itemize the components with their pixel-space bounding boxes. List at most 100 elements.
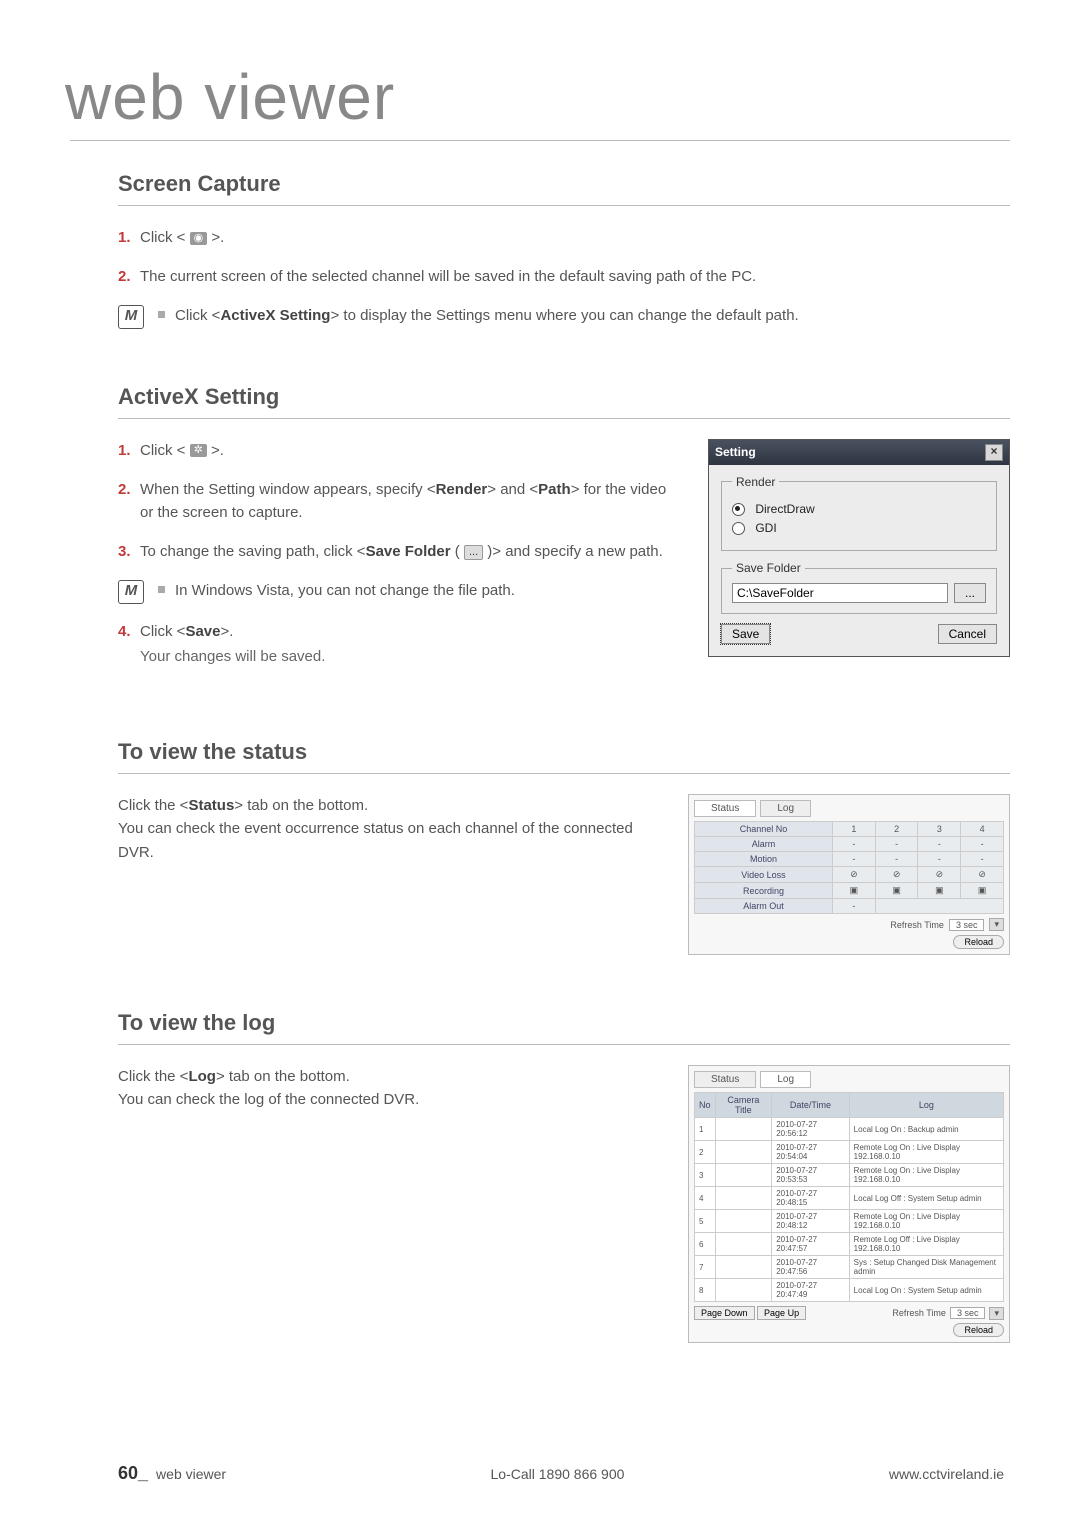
step-body: When the Setting window appears, specify…: [140, 478, 668, 525]
footer-center: Lo-Call 1890 866 900: [491, 1466, 625, 1482]
cell: [715, 1210, 772, 1233]
section-rule: [118, 418, 1010, 419]
table-row: 82010-07-27 20:47:49Local Log On : Syste…: [695, 1279, 1004, 1302]
cell: ⊘: [961, 867, 1004, 883]
note-row: M In Windows Vista, you can not change t…: [118, 580, 668, 604]
table-row: 52010-07-27 20:48:12Remote Log On : Live…: [695, 1210, 1004, 1233]
cell: 7: [695, 1256, 716, 1279]
cell: -: [832, 837, 875, 852]
tab-status[interactable]: Status: [694, 1071, 756, 1088]
step-body: The current screen of the selected chann…: [140, 265, 756, 288]
chevron-down-icon[interactable]: ▾: [989, 1307, 1004, 1320]
folder-legend: Save Folder: [732, 561, 805, 575]
text: Click <: [175, 307, 220, 324]
save-button[interactable]: Save: [721, 624, 770, 644]
paragraph: Click the <Status> tab on the bottom. Yo…: [118, 794, 648, 864]
step-number: 4.: [118, 620, 140, 643]
text: )> and specify a new path.: [483, 543, 663, 560]
text: Save: [185, 623, 220, 640]
cell: [715, 1233, 772, 1256]
cell: 2010-07-27 20:48:15: [772, 1187, 849, 1210]
cell: Local Log On : System Setup admin: [849, 1279, 1003, 1302]
table-row: 3 2010-07-27 20:53:53Remote Log On : Live…: [695, 1164, 1004, 1187]
text: You can check the event occurrence statu…: [118, 820, 633, 860]
cell: [715, 1256, 772, 1279]
table-row: 72010-07-27 20:47:56Sys : Setup Changed …: [695, 1256, 1004, 1279]
text: Log: [188, 1068, 216, 1085]
refresh-select[interactable]: 3 sec: [949, 919, 985, 931]
reload-button[interactable]: Reload: [953, 935, 1004, 949]
step-body: To change the saving path, click <Save F…: [140, 540, 663, 563]
status-panel: Status Log Channel No 1 2 3 4 Alarm---- …: [688, 794, 1010, 955]
tab-log[interactable]: Log: [760, 1071, 811, 1088]
note-row: M Click <ActiveX Setting> to display the…: [118, 305, 1010, 329]
table-row: 22010-07-27 20:54:04Remote Log On : Live…: [695, 1141, 1004, 1164]
render-legend: Render: [732, 475, 779, 489]
cell: -: [918, 852, 961, 867]
row-label: Channel No: [695, 822, 833, 837]
reload-button[interactable]: Reload: [953, 1323, 1004, 1337]
row-label: Alarm Out: [695, 899, 833, 914]
cell: 2010-07-27 20:53:53: [772, 1164, 849, 1187]
section-activex-setting: ActiveX Setting 1. Click < ✲ >. 2.: [70, 384, 1010, 685]
cell: Remote Log Off : Live Display 192.168.0.…: [849, 1233, 1003, 1256]
col-header: Camera Title: [715, 1093, 772, 1118]
col-header: No: [695, 1093, 716, 1118]
setting-dialog: Setting × Render DirectDraw: [708, 439, 1010, 658]
chevron-down-icon[interactable]: ▾: [989, 918, 1004, 931]
section-rule: [118, 773, 1010, 774]
radio-label: GDI: [755, 521, 776, 535]
gear-icon: ✲: [190, 444, 207, 457]
text: >.: [211, 442, 224, 459]
dialog-titlebar: Setting ×: [709, 440, 1009, 465]
cell: [715, 1279, 772, 1302]
cell: -: [875, 837, 918, 852]
text: You can check the log of the connected D…: [118, 1091, 419, 1108]
cell: [875, 899, 1003, 914]
cell: ▣: [961, 883, 1004, 899]
step-body: Click < ✲ >.: [140, 439, 224, 462]
footer-section: web viewer: [156, 1466, 226, 1482]
step-number: 1.: [118, 226, 140, 249]
cell: 3: [918, 822, 961, 837]
text: > and <: [487, 481, 538, 498]
cell: 1: [832, 822, 875, 837]
text: Status: [188, 797, 234, 814]
tab-log[interactable]: Log: [760, 800, 811, 817]
step-number: 1.: [118, 439, 140, 462]
cell: Remote Log On : Live Display 192.168.0.1…: [849, 1164, 1003, 1187]
page-title: web viewer: [65, 60, 1010, 134]
page-down-button[interactable]: Page Down: [694, 1306, 755, 1320]
footer: 60_ web viewer Lo-Call 1890 866 900 www.…: [70, 1463, 1010, 1484]
section-title: ActiveX Setting: [118, 384, 1010, 410]
text: Path: [538, 481, 571, 498]
tab-status[interactable]: Status: [694, 800, 756, 817]
cell: 2010-07-27 20:47:57: [772, 1233, 849, 1256]
cell: [715, 1141, 772, 1164]
footer-right: www.cctvireland.ie: [889, 1466, 1004, 1482]
col-header: Log: [849, 1093, 1003, 1118]
refresh-select[interactable]: 3 sec: [950, 1307, 986, 1319]
text: When the Setting window appears, specify…: [140, 481, 436, 498]
radio-gdi[interactable]: GDI: [732, 521, 986, 535]
close-icon[interactable]: ×: [985, 444, 1003, 461]
cell: -: [961, 837, 1004, 852]
path-input[interactable]: [732, 583, 948, 603]
text: Your changes will be saved.: [140, 645, 325, 668]
text: >.: [211, 229, 224, 246]
cell: 5: [695, 1210, 716, 1233]
radio-directdraw[interactable]: DirectDraw: [732, 502, 986, 516]
cell: -: [918, 837, 961, 852]
table-row: 12010-07-27 20:56:12Local Log On : Backu…: [695, 1118, 1004, 1141]
cancel-button[interactable]: Cancel: [938, 624, 997, 644]
section-rule: [118, 205, 1010, 206]
page-up-button[interactable]: Page Up: [757, 1306, 806, 1320]
cell: 2: [695, 1141, 716, 1164]
step-number: 3.: [118, 540, 140, 563]
cell: 2010-07-27 20:47:49: [772, 1279, 849, 1302]
text: Save Folder: [366, 543, 451, 560]
cell: 3: [695, 1164, 716, 1187]
text: (: [451, 543, 464, 560]
browse-button[interactable]: ...: [954, 583, 986, 603]
steps-list: 1. Click < ◉ >. 2. The current screen of…: [118, 226, 1010, 289]
